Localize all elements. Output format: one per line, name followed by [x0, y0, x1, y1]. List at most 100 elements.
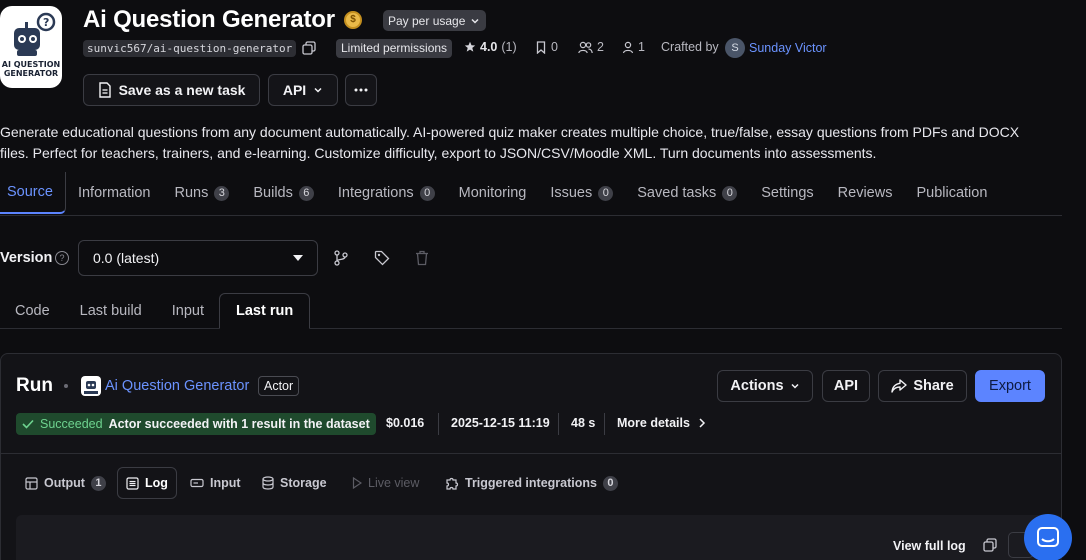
version-label: Version — [0, 250, 53, 266]
subtab-input[interactable]: Input — [157, 293, 219, 329]
actor-description: Generate educational questions from any … — [0, 124, 1020, 161]
version-select[interactable]: 0.0 (latest) — [78, 240, 318, 276]
source-subtabs: Code Last build Input Last run — [0, 293, 1062, 329]
tab-saved-tasks[interactable]: Saved tasks 0 — [625, 172, 749, 214]
user-icon — [622, 41, 634, 53]
tab-settings[interactable]: Settings — [749, 172, 825, 214]
copy-icon[interactable] — [302, 41, 316, 60]
live-view-tab-label: Live view — [368, 476, 420, 490]
subtab-last-build[interactable]: Last build — [65, 293, 157, 329]
tab-count-badge: 0 — [722, 185, 738, 201]
run-api-button[interactable]: API — [822, 370, 870, 402]
tab-label: Integrations — [337, 185, 414, 201]
save-as-task-label: Save as a new task — [118, 82, 246, 98]
divider — [438, 413, 439, 435]
actor-slug: sunvic567/ai-question-generator — [83, 40, 297, 57]
tab-runs[interactable]: Runs 3 — [163, 172, 242, 214]
tab-label: Builds — [253, 185, 293, 201]
copy-log-icon[interactable] — [983, 538, 997, 557]
logo-text: AI QUESTION GENERATOR — [1, 60, 61, 78]
chat-icon — [1037, 527, 1059, 547]
output-tab-triggered-integrations[interactable]: Triggered integrations 0 — [437, 467, 626, 499]
tab-publication[interactable]: Publication — [904, 172, 999, 214]
tab-source[interactable]: Source — [0, 172, 66, 214]
version-value: 0.0 (latest) — [93, 250, 160, 266]
tab-label: Saved tasks — [637, 185, 717, 201]
output-tab-live-view[interactable]: Live view — [344, 467, 427, 499]
run-started: 2025-12-15 11:19 — [451, 416, 550, 430]
creator-avatar[interactable]: S — [725, 38, 745, 58]
rating[interactable]: 4.0 (1) — [464, 40, 517, 54]
tag-icon[interactable] — [374, 250, 390, 271]
output-tab-output[interactable]: Output 1 — [17, 467, 114, 499]
run-panel-divider — [0, 453, 1062, 454]
output-tab-log[interactable]: Log — [117, 467, 177, 499]
share-button[interactable]: Share — [878, 370, 967, 402]
permissions-badge[interactable]: Limited permissions — [336, 39, 453, 58]
tab-information[interactable]: Information — [66, 172, 163, 214]
more-details-link[interactable]: More details — [617, 416, 706, 430]
tab-count-badge: 0 — [598, 185, 614, 201]
tab-label: Publication — [916, 185, 988, 201]
creator-link[interactable]: Sunday Victor — [749, 41, 827, 55]
triggered-tab-label: Triggered integrations — [465, 476, 597, 490]
output-count-badge: 1 — [90, 475, 106, 491]
log-icon — [126, 476, 139, 490]
save-as-task-button[interactable]: Save as a new task — [83, 74, 260, 106]
chat-support-button[interactable] — [1024, 514, 1072, 560]
actions-dropdown-button[interactable]: Actions — [717, 370, 813, 402]
tab-label: Source — [7, 184, 53, 200]
actor-type-badge: Actor — [258, 376, 300, 396]
tab-count-badge: 3 — [214, 185, 230, 201]
tab-count-badge: 6 — [298, 185, 314, 201]
input-icon — [190, 478, 204, 488]
chevron-down-icon — [471, 18, 479, 24]
run-api-label: API — [833, 378, 859, 394]
bookmarks-value: 0 — [551, 40, 558, 54]
svg-text:?: ? — [43, 16, 49, 29]
git-branch-icon[interactable] — [334, 250, 348, 271]
users-icon — [578, 41, 593, 53]
more-options-button[interactable] — [345, 74, 377, 106]
export-label: Export — [989, 378, 1031, 394]
pricing-dropdown[interactable]: Pay per usage — [383, 10, 487, 31]
output-tab-input[interactable]: Input — [182, 467, 249, 499]
puzzle-icon — [446, 477, 459, 490]
output-tab-storage[interactable]: Storage — [254, 467, 335, 499]
tab-label: Runs — [174, 185, 209, 201]
play-icon — [352, 477, 362, 489]
run-actor-link[interactable]: Ai Question Generator — [105, 378, 249, 394]
tab-monitoring[interactable]: Monitoring — [447, 172, 539, 214]
monthly-users-count: 1 — [622, 40, 645, 54]
separator-dot — [64, 384, 68, 388]
check-icon — [22, 419, 34, 429]
actor-logo: ? AI QUESTION GENERATOR — [0, 6, 62, 88]
coin-icon: $ — [344, 11, 362, 29]
tab-builds[interactable]: Builds 6 — [241, 172, 326, 214]
api-dropdown-button[interactable]: API — [268, 74, 338, 106]
output-tab-label: Output — [44, 476, 85, 490]
bookmark-count: 0 — [535, 40, 558, 54]
rating-value: 4.0 — [480, 40, 498, 54]
star-icon — [464, 41, 476, 52]
help-icon[interactable]: ? — [55, 251, 69, 265]
view-full-log-button[interactable]: View full log — [893, 539, 966, 553]
chevron-down-icon — [314, 87, 322, 93]
bookmark-icon — [536, 40, 546, 54]
storage-tab-label: Storage — [280, 476, 327, 490]
pricing-label: Pay per usage — [388, 13, 466, 28]
trash-icon[interactable] — [415, 250, 429, 271]
export-button[interactable]: Export — [975, 370, 1045, 402]
subtab-code[interactable]: Code — [0, 293, 65, 329]
tab-reviews[interactable]: Reviews — [826, 172, 905, 214]
tab-label: Settings — [761, 185, 814, 201]
tab-issues[interactable]: Issues 0 — [538, 172, 625, 214]
chevron-down-icon — [791, 383, 799, 389]
tab-integrations[interactable]: Integrations 0 — [326, 172, 447, 214]
actions-label: Actions — [730, 378, 784, 394]
tab-count-badge: 0 — [419, 185, 435, 201]
log-panel — [16, 515, 1062, 560]
subtab-last-run[interactable]: Last run — [219, 293, 311, 329]
share-icon — [891, 379, 908, 393]
divider — [558, 413, 559, 435]
